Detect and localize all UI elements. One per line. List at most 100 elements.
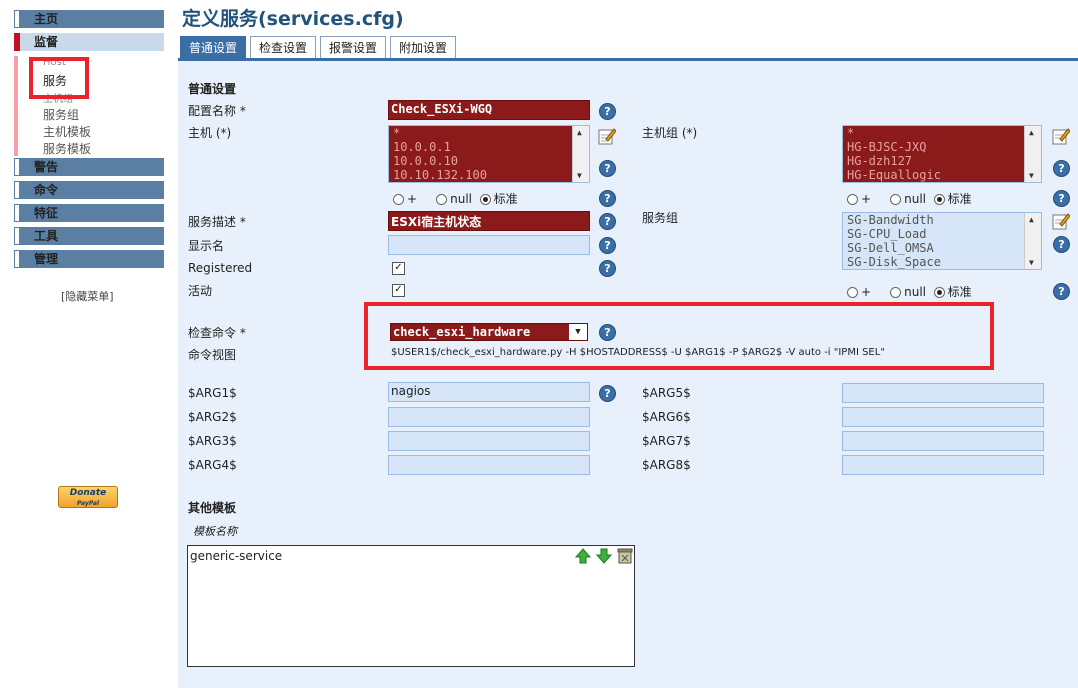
edit-icon[interactable] [598,127,616,145]
active-checkbox[interactable]: ✓ [392,284,405,297]
servicegroup-listbox[interactable]: SG-Bandwidth SG-CPU_Load SG-Dell_OMSA SG… [842,212,1042,270]
service-desc-input[interactable]: ESXi宿主机状态 [388,211,590,231]
submenu-item-servicegroups[interactable]: 服务组 [43,106,79,123]
check-command-label: 检查命令 * [188,326,246,340]
help-icon[interactable]: ? [599,260,616,277]
other-templates-title: 其他模板 [188,501,237,515]
host-radio-group: + null 标准 [393,190,518,207]
arg8-input[interactable] [842,455,1044,475]
servicegroup-radio-group: + null 标准 [847,283,972,300]
servicegroup-label: 服务组 [642,211,679,225]
list-item[interactable]: HG-Equallogic [843,168,1041,182]
delete-icon[interactable] [617,548,633,564]
display-name-input[interactable] [388,235,590,255]
list-item[interactable]: HG-BJSC-JXQ [843,140,1041,154]
arrow-down-icon[interactable] [596,548,612,564]
hide-menu-link[interactable]: [隐藏菜单] [61,288,114,304]
list-item[interactable]: HG-dzh127 [843,154,1041,168]
arg3-input[interactable] [388,431,590,451]
tab-check[interactable]: 检查设置 [250,36,316,58]
donate-button[interactable]: Donate PayPal [58,486,118,508]
help-icon[interactable]: ? [1053,283,1070,300]
list-item[interactable]: * [843,126,1041,140]
service-desc-label: 服务描述 * [188,215,246,229]
config-name-input[interactable]: Check_ESXi-WGQ [388,100,590,120]
list-item[interactable]: 10.0.0.1 [389,140,589,154]
submenu-item-service-templates[interactable]: 服务模板 [43,140,91,157]
hostgroup-listbox[interactable]: * HG-BJSC-JXQ HG-dzh127 HG-Equallogic ▲ ▼ [842,125,1042,183]
radio-standard[interactable] [933,287,945,298]
help-icon[interactable]: ? [1053,160,1070,177]
scrollbar[interactable]: ▲ ▼ [1024,213,1041,269]
arg1-input[interactable]: nagios [388,382,590,402]
section-general-title: 普通设置 [188,82,237,96]
list-item[interactable]: 10.10.132.100 [389,168,589,182]
arg5-input[interactable] [842,383,1044,403]
radio-standard[interactable] [479,194,491,205]
scrollbar[interactable]: ▲ ▼ [572,126,589,182]
edit-icon[interactable] [1052,212,1070,230]
arg7-input[interactable] [842,431,1044,451]
scroll-down-icon[interactable]: ▼ [1029,171,1034,180]
sidebar-item-features[interactable]: 特征 [14,204,164,222]
radio-null[interactable] [436,194,448,205]
list-item[interactable]: * [389,126,589,140]
scroll-up-icon[interactable]: ▲ [1029,128,1034,137]
hostgroup-label: 主机组 (*) [642,126,698,140]
help-icon[interactable]: ? [1053,236,1070,253]
registered-label: Registered [188,261,253,275]
host-listbox[interactable]: * 10.0.0.1 10.0.0.10 10.10.132.100 ▲ ▼ [388,125,590,183]
scrollbar[interactable]: ▲ ▼ [1024,126,1041,182]
sidebar-item-home[interactable]: 主页 [14,10,164,28]
list-item[interactable]: generic-service [190,549,282,563]
help-icon[interactable]: ? [599,190,616,207]
sidebar-item-alerts[interactable]: 警告 [14,158,164,176]
active-label: 活动 [188,284,213,298]
list-item[interactable]: 10.0.0.10 [389,154,589,168]
radio-standard[interactable] [933,194,945,205]
radio-null[interactable] [890,287,902,298]
template-name-label: 模板名称 [193,525,237,538]
sidebar-item-admin[interactable]: 管理 [14,250,164,268]
arg1-label: $ARG1$ [188,386,237,400]
scroll-down-icon[interactable]: ▼ [1029,258,1034,267]
radio-plus[interactable] [393,194,404,205]
list-item[interactable]: SG-Disk_Space [843,255,1041,269]
list-item[interactable]: SG-Dell_OMSA [843,241,1041,255]
tab-general[interactable]: 普通设置 [180,36,246,58]
help-icon[interactable]: ? [599,213,616,230]
arg5-label: $ARG5$ [642,386,691,400]
arg2-input[interactable] [388,407,590,427]
radio-plus[interactable] [847,194,858,205]
highlight-check-command [364,302,994,370]
edit-icon[interactable] [1052,127,1070,145]
arg8-label: $ARG8$ [642,458,691,472]
help-icon[interactable]: ? [599,237,616,254]
help-icon[interactable]: ? [599,160,616,177]
tab-alarm[interactable]: 报警设置 [320,36,386,58]
arg4-label: $ARG4$ [188,458,237,472]
submenu-bar [14,56,18,156]
submenu-item-host-templates[interactable]: 主机模板 [43,123,91,140]
list-item[interactable]: SG-Bandwidth [843,213,1041,227]
help-icon[interactable]: ? [1053,190,1070,207]
tab-extra[interactable]: 附加设置 [390,36,456,58]
help-icon[interactable]: ? [599,385,616,402]
help-icon[interactable]: ? [599,103,616,120]
list-item[interactable]: SG-CPU_Load [843,227,1041,241]
arg7-label: $ARG7$ [642,434,691,448]
sidebar-item-commands[interactable]: 命令 [14,181,164,199]
scroll-down-icon[interactable]: ▼ [577,171,582,180]
arrow-up-icon[interactable] [575,548,591,564]
arg6-input[interactable] [842,407,1044,427]
template-list[interactable]: generic-service [187,545,635,667]
arg4-input[interactable] [388,455,590,475]
scroll-up-icon[interactable]: ▲ [577,128,582,137]
display-name-label: 显示名 [188,239,225,253]
radio-null[interactable] [890,194,902,205]
sidebar-item-tools[interactable]: 工具 [14,227,164,245]
radio-plus[interactable] [847,287,858,298]
scroll-up-icon[interactable]: ▲ [1029,215,1034,224]
registered-checkbox[interactable]: ✓ [392,262,405,275]
sidebar-item-monitor[interactable]: 监督 [14,33,164,51]
